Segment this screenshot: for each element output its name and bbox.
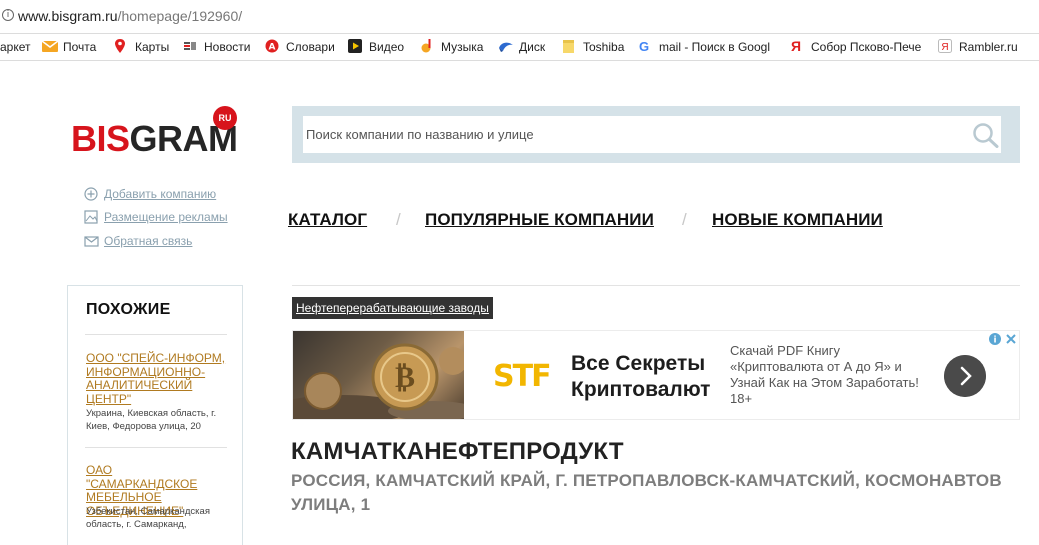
nav-separator: / [396, 210, 401, 229]
address-bar[interactable]: i www.bisgram.ru/homepage/192960/ [0, 0, 1039, 34]
info-icon[interactable]: i [2, 9, 14, 21]
company-address: РОССИЯ, КАМЧАТСКИЙ КРАЙ, Г. ПЕТРОПАВЛОВС… [291, 471, 1002, 514]
svg-text:A: A [269, 43, 276, 53]
video-icon [348, 39, 362, 53]
company-name: КАМЧАТКАНЕФТЕПРОДУКТ [291, 438, 624, 465]
ad-headline[interactable]: Все Секреты Криптовалют [571, 351, 731, 403]
bookmark-disk[interactable]: Диск [498, 39, 545, 57]
music-icon [421, 39, 431, 53]
bookmark-label: Toshiba [583, 40, 625, 54]
disk-icon [499, 42, 513, 52]
url-host: www.bisgram.ru [18, 8, 118, 24]
plus-circle-icon [84, 187, 98, 201]
similar-title: ПОХОЖИЕ [86, 301, 171, 318]
bitcoin-coins-image: ₿ [293, 343, 464, 419]
chevron-right-icon[interactable] [944, 355, 986, 397]
ad-body[interactable]: Скачай PDF Книгу «Криптовалюта от А до Я… [730, 343, 920, 407]
similar-company-link[interactable]: ООО "СПЕЙС-ИНФОРМ, ИНФОРМАЦИОННО-АНАЛИТИ… [86, 351, 226, 406]
svg-text:Я: Я [791, 39, 801, 53]
ad-choices-icon[interactable]: i [988, 332, 1018, 346]
bookmark-music[interactable]: Музыка [420, 39, 483, 57]
search-icon[interactable] [972, 122, 1000, 148]
divider [85, 334, 227, 335]
bookmark-label: Собор Псково-Пече [811, 40, 922, 54]
site-logo[interactable]: BISGRAM [71, 118, 238, 160]
nav-catalog[interactable]: КАТАЛОГ [288, 210, 367, 230]
bookmark-rambler[interactable]: Я Rambler.ru [938, 39, 1018, 57]
url-text[interactable]: www.bisgram.ru/homepage/192960/ [18, 8, 242, 24]
bookmark-google[interactable]: Gmail - Поиск в Googl [638, 39, 770, 57]
bookmark-label: Словари [286, 40, 335, 54]
nav-separator: / [682, 210, 687, 229]
add-company-link[interactable]: Добавить компанию [84, 186, 216, 202]
yandex-icon: Я [791, 39, 801, 53]
svg-text:₿: ₿ [395, 360, 415, 395]
bookmark-market[interactable]: аркет [0, 39, 31, 57]
bookmark-label: Новости [204, 40, 251, 54]
url-path: /homepage/192960/ [117, 8, 243, 24]
bookmark-label: Музыка [441, 40, 484, 54]
bookmark-label: Почта [63, 40, 97, 54]
bookmarks-bar: аркет Почта Карты Новости A Словари Видео… [0, 34, 1039, 61]
mail-icon [42, 40, 58, 52]
bookmark-label: Rambler.ru [959, 40, 1018, 54]
bookmark-video[interactable]: Видео [348, 39, 404, 57]
side-link-label: Добавить компанию [104, 187, 217, 201]
similar-company-address: Украина, Киевская область, г. Киев, Федо… [86, 408, 217, 432]
envelope-icon [84, 236, 99, 247]
similar-panel: ПОХОЖИЕ ООО "СПЕЙС-ИНФОРМ, ИНФОРМАЦИОННО… [67, 285, 243, 545]
nav-popular-companies[interactable]: ПОПУЛЯРНЫЕ КОМПАНИИ [425, 210, 654, 230]
ad-bitcoin-image: ₿ [293, 331, 464, 419]
folder-icon [563, 40, 574, 53]
google-icon: G [639, 39, 649, 53]
image-icon [84, 210, 98, 224]
divider [292, 285, 1020, 286]
bookmark-label: Карты [135, 40, 170, 54]
bookmark-toshiba[interactable]: Toshiba [562, 39, 624, 57]
bookmark-label: Диск [519, 40, 546, 54]
svg-text:Я: Я [941, 42, 948, 53]
advertising-link[interactable]: Размещение рекламы [84, 209, 228, 225]
feedback-link[interactable]: Обратная связь [84, 233, 192, 249]
svg-text:i: i [993, 336, 996, 346]
bookmark-maps[interactable]: Карты [114, 39, 169, 57]
side-link-label: Обратная связь [104, 234, 193, 248]
svg-text:G: G [639, 39, 649, 53]
divider [85, 447, 227, 448]
logo-ru-badge: RU [213, 106, 237, 130]
bookmark-mail[interactable]: Почта [42, 39, 96, 57]
bookmark-news[interactable]: Новости [183, 39, 250, 57]
category-breadcrumb[interactable]: Нефтеперерабатывающие заводы [292, 297, 493, 319]
search-box [292, 106, 1020, 163]
bookmark-label: mail - Поиск в Googl [659, 40, 770, 54]
dictionary-icon: A [265, 39, 279, 53]
search-input[interactable] [303, 116, 1001, 153]
map-pin-icon [115, 39, 125, 53]
bookmark-label: Видео [369, 40, 405, 54]
ad-logo: STF [493, 359, 552, 394]
logo-bis: BIS [71, 118, 130, 159]
side-link-label: Размещение рекламы [104, 210, 228, 224]
bookmark-dictionary[interactable]: A Словари [265, 39, 335, 57]
bookmark-label: аркет [0, 40, 31, 54]
rambler-icon: Я [938, 39, 952, 53]
bookmark-yandex[interactable]: Я Собор Псково-Пече [790, 39, 921, 57]
nav-new-companies[interactable]: НОВЫЕ КОМПАНИИ [712, 210, 883, 230]
news-icon [184, 42, 196, 50]
similar-company-address: Узбекистан, Самаркандская область, г. Са… [86, 506, 210, 530]
ad-banner[interactable]: ₿ STF Все Секреты Криптовалют Скачай PDF… [292, 330, 1020, 420]
